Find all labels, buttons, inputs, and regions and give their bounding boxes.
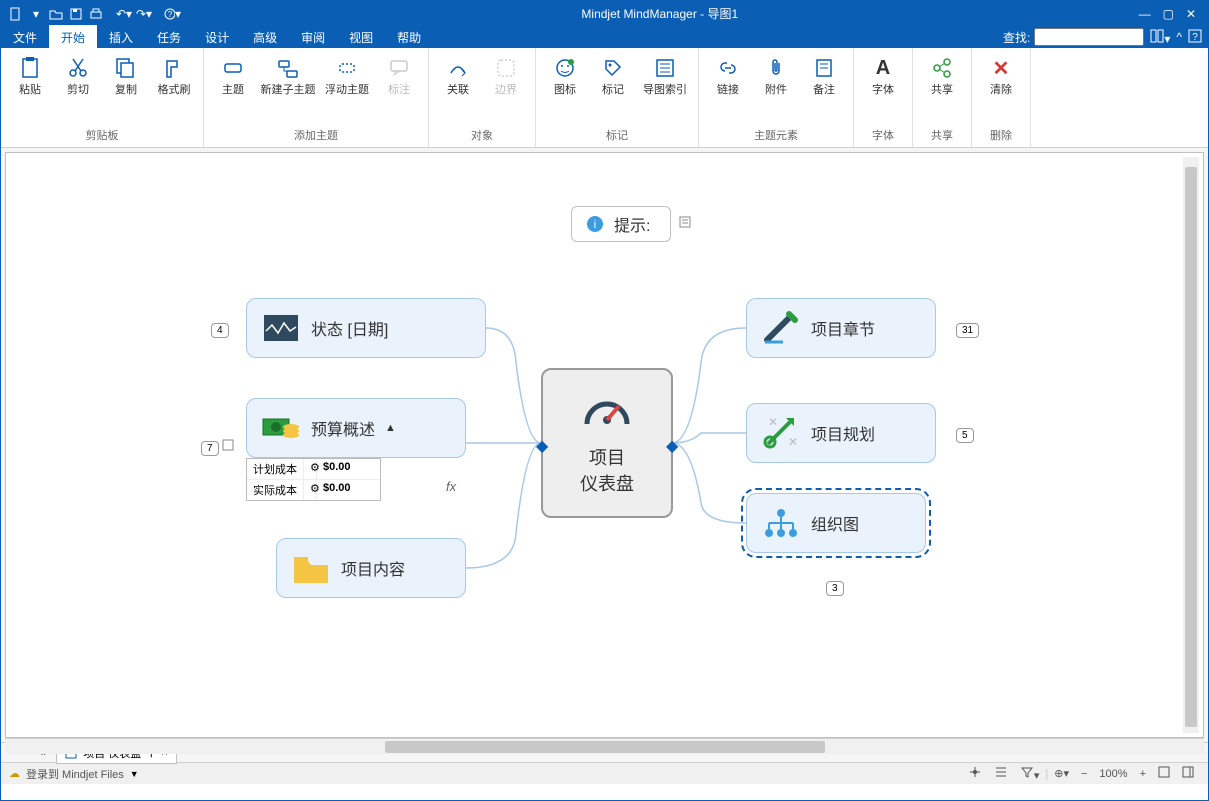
- share-button[interactable]: 共享: [919, 52, 965, 100]
- cost-table: 计划成本⚙$0.00 实际成本⚙$0.00: [246, 458, 381, 501]
- vertical-scrollbar[interactable]: [1183, 157, 1199, 733]
- expand-icon[interactable]: [1152, 766, 1176, 781]
- statusbar: ☁ 登录到 Mindjet Files ▼ ▾ | ⊕▾ − 100% +: [1, 762, 1208, 784]
- link-button[interactable]: 链接: [705, 52, 751, 100]
- central-node[interactable]: 项目仪表盘: [541, 368, 673, 518]
- right-handle-icon[interactable]: ◆: [666, 436, 678, 456]
- login-link[interactable]: 登录到 Mindjet Files: [20, 766, 130, 782]
- boundary-button[interactable]: 边界: [483, 52, 529, 100]
- index-button[interactable]: 导图索引: [638, 52, 692, 100]
- count-badge[interactable]: 5: [956, 428, 974, 443]
- notes-indicator-icon[interactable]: [221, 438, 235, 457]
- font-button[interactable]: A字体: [860, 52, 906, 100]
- chapter-node[interactable]: 项目章节: [746, 298, 936, 358]
- layout-icon[interactable]: ▾: [1150, 29, 1170, 46]
- clear-button[interactable]: ✕清除: [978, 52, 1024, 100]
- org-node[interactable]: 组织图: [746, 493, 926, 553]
- tab-advanced[interactable]: 高级: [241, 25, 289, 50]
- count-badge[interactable]: 31: [956, 323, 979, 338]
- tag-button[interactable]: 标记: [590, 52, 636, 100]
- titlebar: ▾ ↶▾ ↷▾ ?▾ Mindjet MindManager - 导图1 — ▢…: [1, 1, 1208, 26]
- tab-insert[interactable]: 插入: [97, 25, 145, 50]
- quick-access-toolbar: ▾ ↶▾ ↷▾ ?▾: [1, 5, 181, 23]
- search-input[interactable]: [1034, 28, 1144, 46]
- filter-icon[interactable]: ▾: [1014, 765, 1046, 782]
- minimize-icon[interactable]: —: [1139, 7, 1151, 21]
- status-node[interactable]: 状态 [日期]: [246, 298, 486, 358]
- search-label: 查找:: [1003, 29, 1030, 46]
- left-handle-icon[interactable]: ◆: [536, 436, 548, 456]
- cut-button[interactable]: 剪切: [55, 52, 101, 100]
- content-node[interactable]: 项目内容: [276, 538, 466, 598]
- paste-button[interactable]: 粘贴: [7, 52, 53, 100]
- callout-button[interactable]: 标注: [376, 52, 422, 100]
- qat-dropdown-icon[interactable]: ▾: [27, 5, 45, 23]
- svg-text:✕: ✕: [788, 435, 798, 449]
- help-icon[interactable]: ?: [1188, 29, 1202, 46]
- svg-text:?: ?: [168, 10, 173, 19]
- count-badge[interactable]: 7: [201, 441, 219, 456]
- panel-icon[interactable]: [1176, 766, 1200, 781]
- svg-text:i: i: [594, 219, 596, 231]
- relation-button[interactable]: 关联: [435, 52, 481, 100]
- copy-button[interactable]: 复制: [103, 52, 149, 100]
- count-badge[interactable]: 3: [826, 581, 844, 596]
- plan-node[interactable]: ✕✕ 项目规划: [746, 403, 936, 463]
- zoom-fit-icon[interactable]: ⊕▾: [1048, 767, 1075, 780]
- redo-icon[interactable]: ↷▾: [135, 5, 153, 23]
- collapse-ribbon-icon[interactable]: ^: [1176, 30, 1182, 44]
- undo-icon[interactable]: ↶▾: [115, 5, 133, 23]
- tab-review[interactable]: 审阅: [289, 25, 337, 50]
- mindmap-canvas[interactable]: i 提示: 项目仪表盘 ◆ ◆ 状态 [日期] 4 预算概述 ▲ 7 计划成本⚙…: [5, 152, 1204, 738]
- horizontal-scrollbar[interactable]: [5, 738, 1204, 754]
- menubar: 文件 开始 插入 任务 设计 高级 审阅 视图 帮助 查找: ▾ ^ ?: [1, 26, 1208, 48]
- open-icon[interactable]: [47, 5, 65, 23]
- fx-icon[interactable]: fx: [446, 479, 456, 494]
- tab-file[interactable]: 文件: [1, 25, 49, 50]
- save-icon[interactable]: [67, 5, 85, 23]
- svg-text:✕: ✕: [768, 415, 778, 429]
- notes-button[interactable]: 备注: [801, 52, 847, 100]
- svg-text:?: ?: [1192, 32, 1198, 43]
- view-outline-icon[interactable]: [988, 765, 1014, 782]
- zoom-out-icon[interactable]: −: [1075, 768, 1093, 780]
- attach-button[interactable]: 附件: [753, 52, 799, 100]
- cloud-icon: ☁: [9, 767, 20, 780]
- format-painter-button[interactable]: 格式刷: [151, 52, 197, 100]
- collapse-icon[interactable]: ▲: [385, 422, 396, 434]
- new-doc-icon[interactable]: [7, 5, 25, 23]
- login-dropdown-icon[interactable]: ▼: [130, 769, 139, 779]
- tab-view[interactable]: 视图: [337, 25, 385, 50]
- tab-home[interactable]: 开始: [49, 25, 97, 50]
- hint-node[interactable]: i 提示:: [571, 206, 671, 242]
- window-title: Mindjet MindManager - 导图1: [181, 5, 1139, 22]
- floating-topic-button[interactable]: 浮动主题: [320, 52, 374, 100]
- close-icon[interactable]: ✕: [1186, 7, 1196, 21]
- tab-help[interactable]: 帮助: [385, 25, 433, 50]
- view-map-icon[interactable]: [962, 765, 988, 782]
- help-qat-icon[interactable]: ?▾: [163, 5, 181, 23]
- ribbon: 粘贴 剪切 复制 格式刷 剪贴板 主题 新建子主题 浮动主题 标注 添加主题 关…: [1, 48, 1208, 148]
- budget-node[interactable]: 预算概述 ▲: [246, 398, 466, 458]
- zoom-level[interactable]: 100%: [1093, 768, 1133, 780]
- subtopic-button[interactable]: 新建子主题: [258, 52, 318, 100]
- count-badge[interactable]: 4: [211, 323, 229, 338]
- tab-task[interactable]: 任务: [145, 25, 193, 50]
- maximize-icon[interactable]: ▢: [1163, 7, 1174, 21]
- print-icon[interactable]: [87, 5, 105, 23]
- notes-indicator-icon[interactable]: [678, 215, 692, 234]
- icon-button[interactable]: 图标: [542, 52, 588, 100]
- zoom-in-icon[interactable]: +: [1134, 768, 1152, 780]
- tab-design[interactable]: 设计: [193, 25, 241, 50]
- topic-button[interactable]: 主题: [210, 52, 256, 100]
